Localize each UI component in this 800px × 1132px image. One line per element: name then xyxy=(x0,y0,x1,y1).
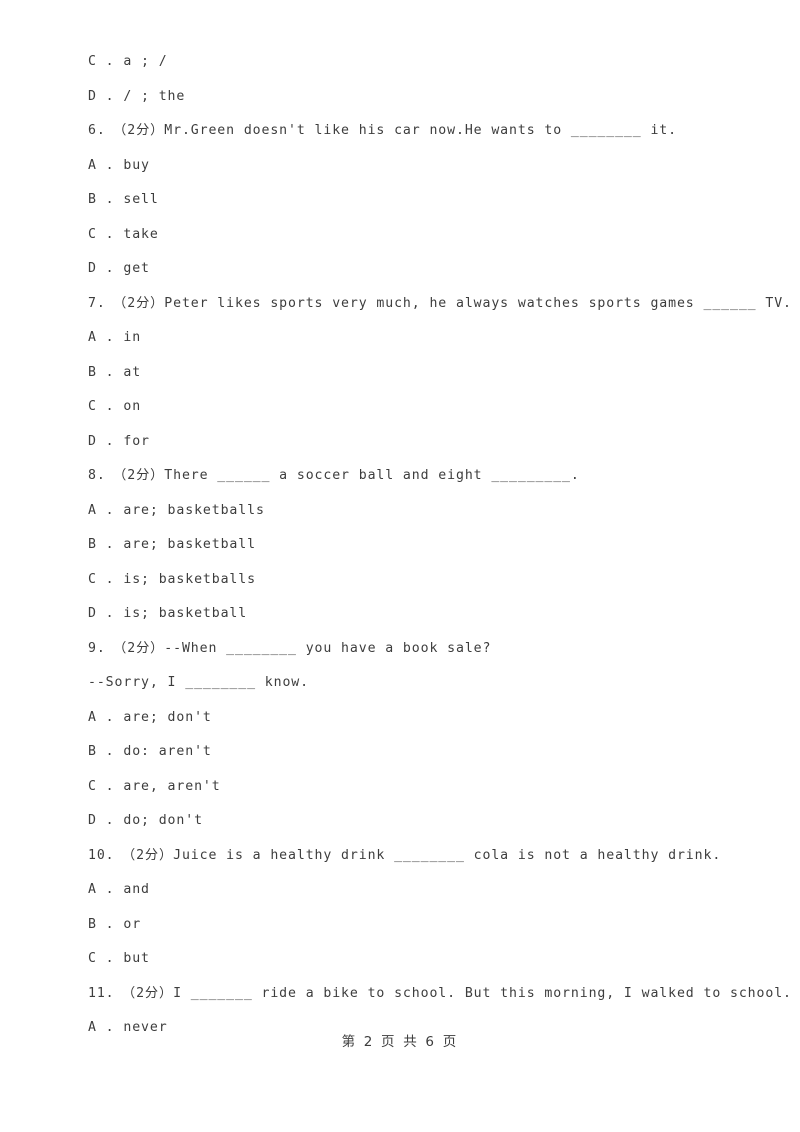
question-6-option-c: C . take xyxy=(88,226,159,242)
question-10-stem: 10. （2分）Juice is a healthy drink _______… xyxy=(88,847,722,863)
question-8-option-c: C . is; basketballs xyxy=(88,571,256,587)
question-6-option-b: B . sell xyxy=(88,192,159,207)
question-9-stem: 9. （2分）--When ________ you have a book s… xyxy=(88,640,492,656)
question-10-option-a: A . and xyxy=(88,882,150,897)
question-6-stem: 6. （2分）Mr.Green doesn't like his car now… xyxy=(88,123,677,138)
question-8-option-a: A . are; basketballs xyxy=(88,502,265,518)
question-7-option-b: B . at xyxy=(88,364,142,380)
question-6-option-a: A . buy xyxy=(88,157,150,173)
question-7-option-c: C . on xyxy=(88,399,142,414)
question-9-option-d: D . do; don't xyxy=(88,813,203,828)
question-8-stem: 8. （2分）There ______ a soccer ball and ei… xyxy=(88,468,580,483)
question-9-option-b: B . do: aren't xyxy=(88,744,212,759)
question-9-option-a: A . are; don't xyxy=(88,709,212,725)
question-10-option-b: B . or xyxy=(88,916,142,932)
exam-question-list: C . a ; / D . / ; the 6. （2分）Mr.Green do… xyxy=(88,45,792,1046)
question-10-option-c: C . but xyxy=(88,951,150,966)
question-7-option-d: D . for xyxy=(88,433,150,449)
option-line-5d: D . / ; the xyxy=(88,88,186,104)
page-footer: 第 2 页 共 6 页 xyxy=(341,1034,459,1050)
question-9-option-c: C . are, aren't xyxy=(88,778,221,794)
question-7-stem: 7. （2分）Peter likes sports very much, he … xyxy=(88,295,792,311)
option-line-5c: C . a ; / xyxy=(88,54,168,69)
question-6-option-d: D . get xyxy=(88,261,150,276)
question-8-option-b: B . are; basketball xyxy=(88,537,256,552)
question-11-stem: 11. （2分）I _______ ride a bike to school.… xyxy=(88,985,792,1001)
question-8-option-d: D . is; basketball xyxy=(88,606,248,621)
document-page: C . a ; / D . / ; the 6. （2分）Mr.Green do… xyxy=(0,0,800,1132)
question-7-option-a: A . in xyxy=(88,330,142,345)
question-9-stem-line2: --Sorry, I ________ know. xyxy=(88,675,309,690)
